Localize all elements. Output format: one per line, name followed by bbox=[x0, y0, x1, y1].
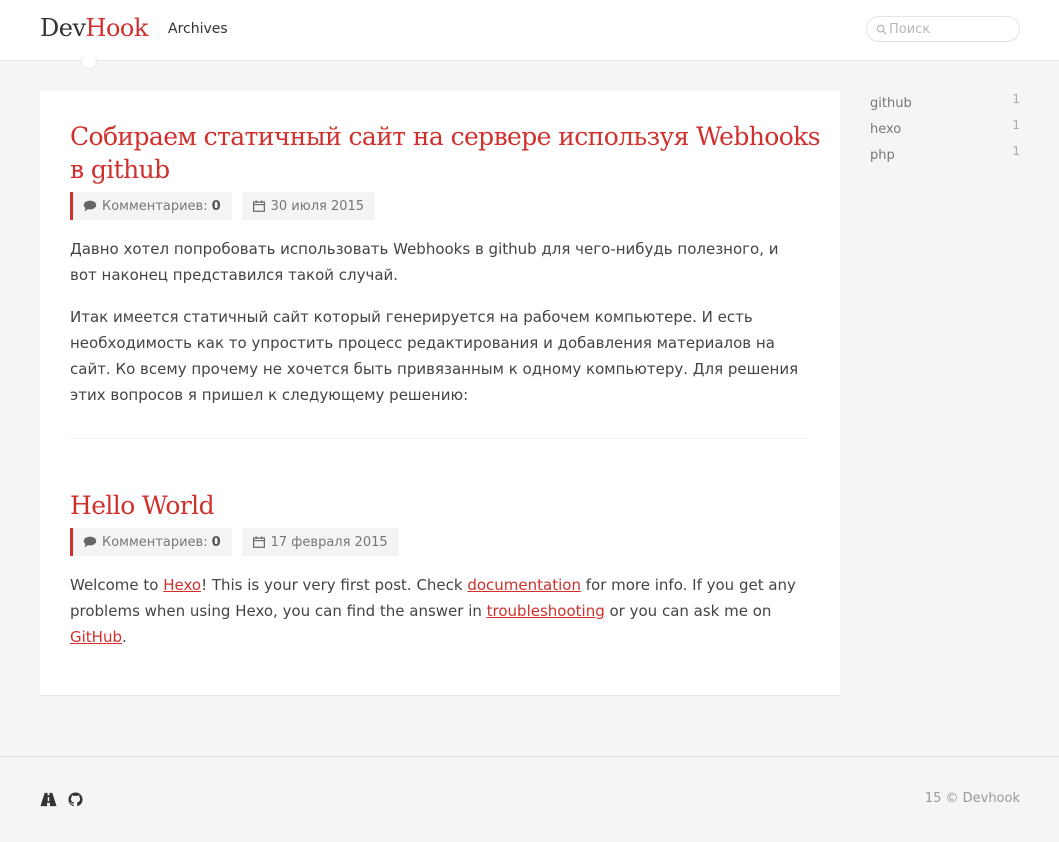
posts-card: Собираем статичный сайт на сервере испол… bbox=[40, 91, 840, 696]
logo-hook-text: Hook bbox=[85, 14, 149, 42]
post-date-badge: 17 февраля 2015 bbox=[241, 528, 399, 556]
body-text: Welcome to bbox=[70, 576, 164, 594]
search-box[interactable] bbox=[866, 16, 1020, 42]
documentation-link[interactable]: documentation bbox=[467, 576, 581, 594]
tag-count: 1 bbox=[1012, 144, 1020, 158]
comments-count: 0 bbox=[211, 198, 221, 214]
body-text: ! This is your very first post. Check bbox=[201, 576, 468, 594]
post-title[interactable]: Hello World bbox=[70, 489, 820, 522]
post-paragraph: Итак имеется статичный сайт который гене… bbox=[70, 308, 799, 404]
comments-badge[interactable]: Комментариев: 0 bbox=[70, 192, 232, 220]
logo-dev-text: Dev bbox=[40, 14, 86, 42]
site-footer: 15 © Devhook bbox=[0, 756, 1059, 842]
tag-name[interactable]: php bbox=[870, 148, 895, 163]
body-text: . bbox=[121, 628, 127, 646]
post-date-badge: 30 июля 2015 bbox=[241, 192, 376, 220]
nav-active-indicator bbox=[81, 53, 97, 69]
post-title[interactable]: Собираем статичный сайт на сервере испол… bbox=[70, 120, 821, 186]
nav-archives-link[interactable]: Archives bbox=[168, 21, 228, 37]
tag-count: 1 bbox=[1012, 118, 1020, 132]
search-icon bbox=[876, 24, 887, 35]
site-header: DevHook Archives bbox=[0, 0, 1059, 69]
tag-item[interactable]: github 1 bbox=[870, 92, 1020, 120]
comment-icon bbox=[83, 536, 97, 548]
hexo-link[interactable]: Hexo bbox=[163, 576, 201, 594]
comment-icon bbox=[83, 200, 97, 212]
calendar-icon bbox=[252, 536, 265, 548]
post-meta: Комментариев: 0 17 февраля 2015 bbox=[70, 528, 399, 556]
comments-badge[interactable]: Комментариев: 0 bbox=[70, 528, 232, 556]
search-input[interactable] bbox=[889, 19, 1014, 39]
post-paragraph: Давно хотел попробовать использовать Web… bbox=[70, 240, 779, 284]
comments-label: Комментариев: bbox=[102, 534, 208, 550]
post-paragraph: Welcome to Hexo! This is your very first… bbox=[70, 572, 810, 650]
tag-name[interactable]: github bbox=[870, 96, 912, 111]
copyright-text: 15 © Devhook bbox=[924, 791, 1020, 806]
post-meta: Комментариев: 0 30 июля 2015 bbox=[70, 192, 376, 220]
comments-label: Комментариев: bbox=[102, 198, 208, 214]
post-date: 30 июля 2015 bbox=[270, 198, 365, 214]
tag-list: github 1 hexo 1 php 1 bbox=[870, 92, 1020, 172]
tag-name[interactable]: hexo bbox=[870, 122, 901, 137]
tag-item[interactable]: hexo 1 bbox=[870, 118, 1020, 146]
tag-item[interactable]: php 1 bbox=[870, 144, 1020, 172]
calendar-icon bbox=[252, 200, 265, 212]
comments-count: 0 bbox=[211, 534, 221, 550]
post-divider bbox=[70, 438, 808, 439]
road-icon[interactable] bbox=[40, 792, 57, 807]
github-icon[interactable] bbox=[67, 792, 84, 807]
body-text: or you can ask me on bbox=[604, 602, 772, 620]
tag-count: 1 bbox=[1012, 92, 1020, 106]
github-link[interactable]: GitHub bbox=[70, 628, 122, 646]
troubleshooting-link[interactable]: troubleshooting bbox=[487, 602, 605, 620]
site-logo[interactable]: DevHook bbox=[40, 14, 148, 42]
post-date: 17 февраля 2015 bbox=[270, 534, 388, 550]
